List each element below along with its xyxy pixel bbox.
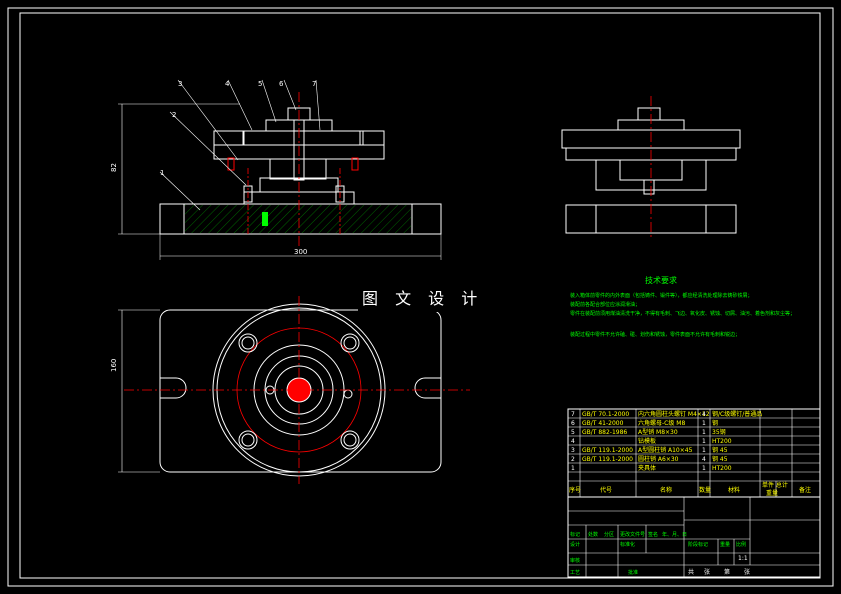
bom-header: 序号 代号 名称 数量 材料 单件 总计 重量 备注	[569, 481, 811, 497]
front-view	[118, 79, 442, 260]
svg-text:年、月、日: 年、月、日	[662, 531, 687, 538]
dim-height-bottom: 160	[110, 359, 118, 372]
svg-text:钢 45: 钢 45	[712, 455, 728, 463]
svg-text:张: 张	[744, 568, 750, 576]
svg-text:1: 1	[702, 438, 706, 445]
svg-text:代号: 代号	[600, 486, 612, 494]
tech-req-line-4: 装配过程中零件不允许磕、碰、划伤和锈蚀，零件表面不允许有毛刺和锐边；	[570, 331, 740, 338]
svg-text:GB/T 70.1-2000: GB/T 70.1-2000	[582, 411, 629, 418]
svg-text:HT200: HT200	[712, 465, 732, 472]
svg-text:4: 4	[702, 456, 706, 463]
part-number-6: 6	[279, 80, 284, 88]
svg-text:处数: 处数	[588, 531, 598, 538]
svg-text:阶段标记: 阶段标记	[688, 541, 708, 548]
svg-text:7: 7	[571, 411, 575, 418]
svg-text:35钢: 35钢	[712, 428, 726, 436]
svg-text:第: 第	[724, 568, 730, 576]
tech-req-title: 技术要求	[645, 275, 677, 285]
part-number-4: 4	[225, 80, 230, 88]
part-number-3: 3	[178, 80, 182, 88]
svg-text:1: 1	[702, 447, 706, 454]
part-number-1: 1	[160, 169, 164, 177]
svg-text:钢: 钢	[712, 419, 718, 427]
svg-text:4: 4	[571, 438, 575, 445]
svg-text:分区: 分区	[604, 531, 614, 538]
svg-text:标记: 标记	[570, 531, 580, 538]
svg-text:六角螺母-C级 M8: 六角螺母-C级 M8	[638, 419, 685, 427]
tech-req-line-1: 装入箱体前零件的内外表面（包括铸件、锻件等），都应经清洗处理除去铸砂铁屑；	[570, 292, 753, 299]
drawing-canvas: 1 2 3 4 5 6 7 82 300 160 图 文 设 计 技术要求 装入…	[7, 7, 834, 587]
svg-text:5: 5	[571, 429, 575, 436]
svg-text:圆柱销 A6×30: 圆柱销 A6×30	[638, 455, 679, 463]
svg-text:序号: 序号	[569, 486, 581, 494]
svg-text:A型圆柱销 A10×45: A型圆柱销 A10×45	[638, 446, 693, 454]
top-view	[118, 296, 470, 484]
watermark-text: 图 文 设 计	[362, 289, 483, 308]
svg-text:夹具体: 夹具体	[638, 464, 656, 472]
svg-text:共: 共	[688, 568, 694, 576]
svg-text:GB/T 119.1-2000: GB/T 119.1-2000	[582, 456, 633, 463]
part-number-7: 7	[312, 80, 316, 88]
svg-text:HT200: HT200	[712, 438, 732, 445]
svg-text:张: 张	[704, 568, 710, 576]
svg-text:A型销 M8×30: A型销 M8×30	[638, 428, 678, 436]
dim-height-top: 82	[110, 163, 118, 172]
svg-text:更改文件号: 更改文件号	[620, 531, 645, 538]
svg-text:备注: 备注	[799, 486, 811, 494]
svg-text:签名: 签名	[648, 531, 658, 538]
svg-text:批准: 批准	[628, 569, 638, 576]
tech-req-line-2: 装配前各配合部位应涂润滑油；	[570, 301, 640, 308]
svg-text:钢/C级螺钉/普通品: 钢/C级螺钉/普通品	[712, 410, 762, 418]
svg-text:1: 1	[702, 429, 706, 436]
svg-text:1: 1	[571, 465, 575, 472]
svg-text:重量: 重量	[766, 489, 778, 497]
dim-width: 300	[294, 248, 307, 256]
svg-text:设计: 设计	[570, 541, 580, 548]
svg-text:2: 2	[571, 456, 575, 463]
svg-text:GB/T 41-2000: GB/T 41-2000	[582, 420, 624, 427]
title-block-labels: 标记 处数 分区 更改文件号 签名 年、月、日 设计 标准化 阶段标记 重量 比…	[570, 531, 750, 576]
svg-text:GB/T 882-1986: GB/T 882-1986	[582, 429, 627, 436]
svg-text:钢 45: 钢 45	[712, 446, 728, 454]
tech-req-line-3: 零件在装配前须用煤油清洗干净，不得有毛刺、飞边、氧化皮、锈蚀、切屑、油污、着色剂…	[570, 310, 795, 317]
svg-text:4: 4	[702, 411, 706, 418]
svg-text:1: 1	[702, 465, 706, 472]
svg-text:审核: 审核	[570, 557, 580, 564]
part-number-5: 5	[258, 80, 262, 88]
svg-text:重量: 重量	[720, 541, 730, 548]
svg-text:1:1: 1:1	[738, 555, 748, 562]
svg-text:材料: 材料	[728, 486, 740, 494]
side-view	[561, 96, 741, 240]
part-number-2: 2	[172, 111, 176, 119]
svg-text:标准化: 标准化	[620, 541, 635, 548]
svg-text:比例: 比例	[736, 541, 746, 548]
svg-text:单件 总计: 单件 总计	[762, 481, 788, 489]
svg-text:3: 3	[571, 447, 575, 454]
svg-text:名称: 名称	[660, 486, 672, 494]
svg-text:钻模板: 钻模板	[638, 437, 656, 445]
svg-text:1: 1	[702, 420, 706, 427]
svg-text:工艺: 工艺	[570, 570, 580, 576]
svg-text:内六角圆柱头螺钉 M4×12: 内六角圆柱头螺钉 M4×12	[638, 410, 710, 418]
svg-text:6: 6	[571, 420, 575, 427]
svg-text:GB/T 119.1-2000: GB/T 119.1-2000	[582, 447, 633, 454]
svg-text:数量: 数量	[699, 486, 711, 494]
